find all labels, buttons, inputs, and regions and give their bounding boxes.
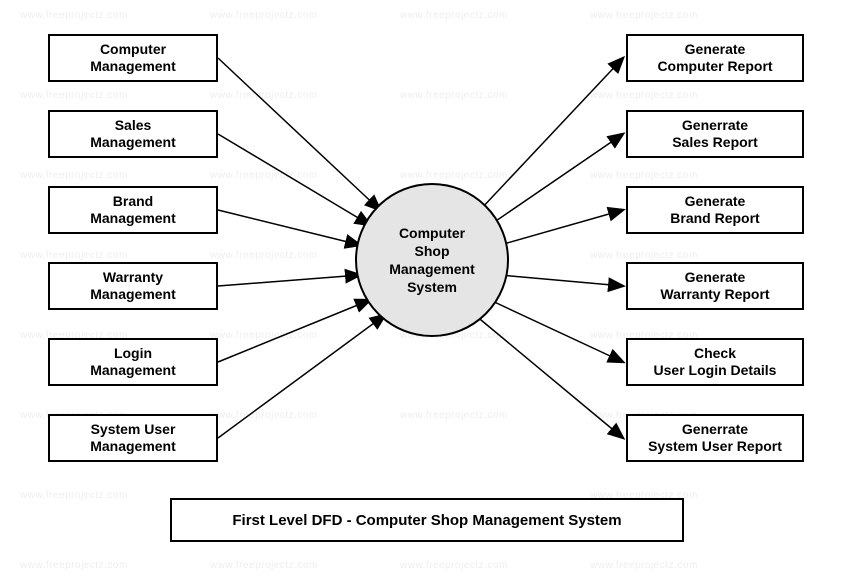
wm: www.freeprojectz.com [400,560,508,571]
output-system-user-report: Generrate System User Report [626,414,804,462]
wm: www.freeprojectz.com [210,170,318,181]
wm: www.freeprojectz.com [20,10,128,21]
label-line: Sales [115,117,152,135]
wm: www.freeprojectz.com [590,170,698,181]
wm: www.freeprojectz.com [210,90,318,101]
label-line: User Login Details [654,362,777,380]
wm: www.freeprojectz.com [210,410,318,421]
label-line: Brand [113,193,153,211]
input-system-user-management: System User Management [48,414,218,462]
wm: www.freeprojectz.com [590,250,698,261]
wm: www.freeprojectz.com [400,10,508,21]
wm: www.freeprojectz.com [20,560,128,571]
wm: www.freeprojectz.com [20,90,128,101]
label-line: Generate [685,269,746,287]
input-computer-management: Computer Management [48,34,218,82]
output-brand-report: Generate Brand Report [626,186,804,234]
label-line: Generate [685,193,746,211]
label-line: Management [90,438,176,456]
output-computer-report: Generate Computer Report [626,34,804,82]
label-line: Warranty Report [660,286,769,304]
label-line: Sales Report [672,134,758,152]
input-brand-management: Brand Management [48,186,218,234]
process-central-system: Computer Shop Management System [355,183,509,337]
label-line: Management [389,260,475,278]
label-line: Management [90,210,176,228]
wm: www.freeprojectz.com [20,250,128,261]
label-line: Warranty [103,269,163,287]
title-text: First Level DFD - Computer Shop Manageme… [232,512,621,529]
label-line: Generrate [682,117,748,135]
diagram-container: www.freeprojectz.com www.freeprojectz.co… [0,0,846,582]
label-line: Computer Report [657,58,772,76]
wm: www.freeprojectz.com [590,10,698,21]
wm: www.freeprojectz.com [400,170,508,181]
label-line: Login [114,345,152,363]
wm: www.freeprojectz.com [210,560,318,571]
wm: www.freeprojectz.com [400,90,508,101]
label-line: Management [90,134,176,152]
input-sales-management: Sales Management [48,110,218,158]
label-line: System User Report [648,438,782,456]
input-warranty-management: Warranty Management [48,262,218,310]
label-line: Shop [415,242,450,260]
wm: www.freeprojectz.com [210,330,318,341]
label-line: Generate [685,41,746,59]
label-line: Generrate [682,421,748,439]
label-line: Brand Report [670,210,759,228]
output-sales-report: Generrate Sales Report [626,110,804,158]
output-login-details: Check User Login Details [626,338,804,386]
label-line: Computer [399,224,465,242]
diagram-title: First Level DFD - Computer Shop Manageme… [170,498,684,542]
wm: www.freeprojectz.com [590,90,698,101]
label-line: System User [91,421,176,439]
label-line: Management [90,362,176,380]
label-line: Check [694,345,736,363]
label-line: Management [90,286,176,304]
wm: www.freeprojectz.com [20,490,128,501]
output-warranty-report: Generate Warranty Report [626,262,804,310]
input-login-management: Login Management [48,338,218,386]
wm: www.freeprojectz.com [20,170,128,181]
label-line: Computer [100,41,166,59]
label-line: System [407,278,457,296]
wm: www.freeprojectz.com [210,250,318,261]
label-line: Management [90,58,176,76]
wm: www.freeprojectz.com [590,560,698,571]
wm: www.freeprojectz.com [210,10,318,21]
wm: www.freeprojectz.com [400,410,508,421]
